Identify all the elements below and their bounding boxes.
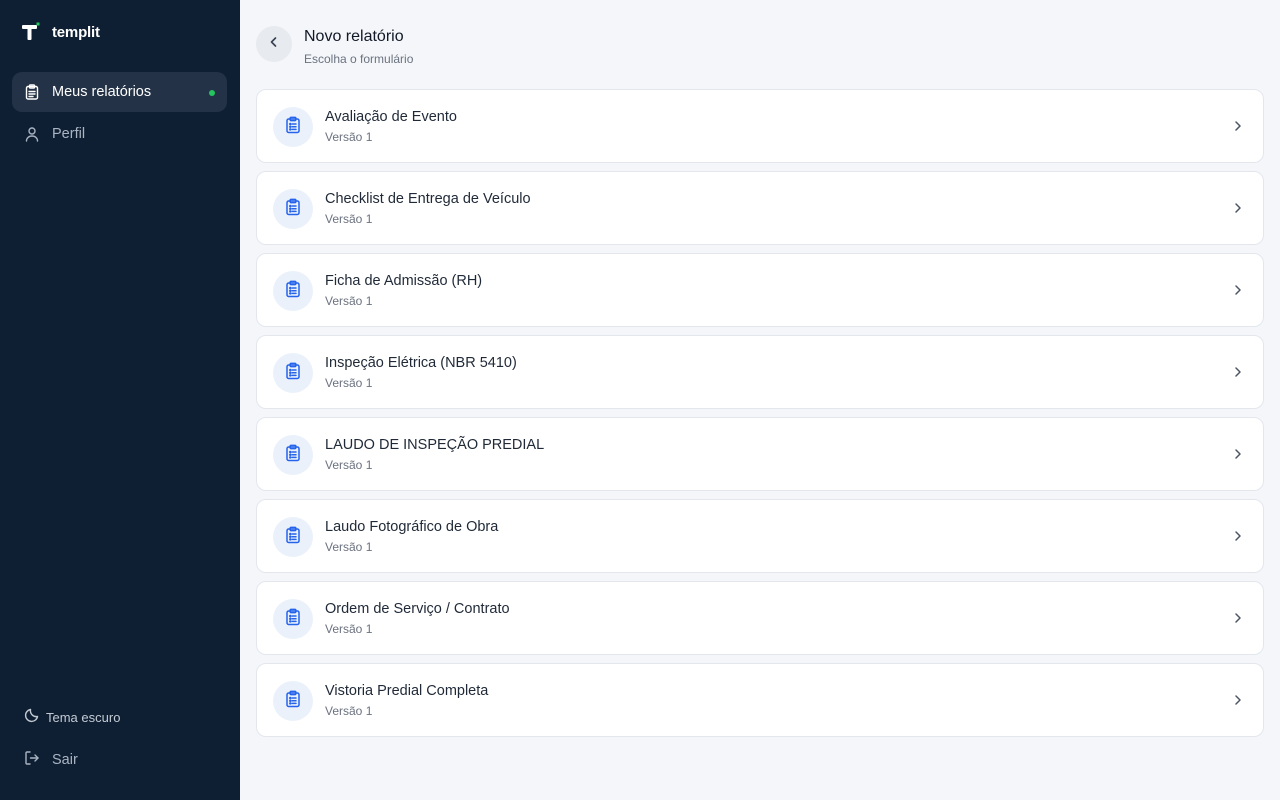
main-content: Novo relatório Escolha o formulário Aval… [240, 0, 1280, 800]
chevron-right-icon [1231, 365, 1245, 379]
clipboard-list-icon [284, 444, 302, 467]
form-card[interactable]: Laudo Fotográfico de Obra Versão 1 [256, 499, 1264, 573]
chevron-right-icon [1231, 447, 1245, 461]
user-icon [24, 126, 40, 142]
form-version: Versão 1 [325, 458, 373, 472]
templit-logo-icon [21, 22, 41, 42]
chevron-left-icon [267, 35, 281, 54]
form-title: Laudo Fotográfico de Obra [325, 519, 499, 535]
form-card-text: Avaliação de Evento Versão 1 [325, 109, 457, 144]
chevron-right-icon [1231, 201, 1245, 215]
logout-icon [24, 750, 40, 771]
form-title: Inspeção Elétrica (NBR 5410) [325, 355, 517, 371]
clipboard-list-icon [284, 690, 302, 713]
form-version: Versão 1 [325, 212, 373, 226]
clipboard-list-icon [284, 280, 302, 303]
form-card[interactable]: LAUDO DE INSPEÇÃO PREDIAL Versão 1 [256, 417, 1264, 491]
moon-icon [24, 707, 40, 728]
form-card-text: Ordem de Serviço / Contrato Versão 1 [325, 601, 510, 636]
clipboard-list-icon [284, 198, 302, 221]
form-icon-container [273, 599, 313, 639]
chevron-right-icon [1231, 119, 1245, 133]
form-title: Ordem de Serviço / Contrato [325, 601, 510, 617]
form-card-text: Ficha de Admissão (RH) Versão 1 [325, 273, 482, 308]
form-title: LAUDO DE INSPEÇÃO PREDIAL [325, 437, 545, 453]
back-button[interactable] [256, 26, 292, 62]
form-version: Versão 1 [325, 130, 373, 144]
clipboard-list-icon [284, 526, 302, 549]
chevron-right-icon [1231, 529, 1245, 543]
sidebar-nav: Meus relatórios Perfil [12, 72, 227, 156]
clipboard-list-icon [284, 608, 302, 631]
sidebar-item-perfil[interactable]: Perfil [12, 114, 227, 154]
header-text: Novo relatório Escolha o formulário [304, 26, 413, 66]
clipboard-list-icon [284, 362, 302, 385]
chevron-right-icon [1231, 611, 1245, 625]
form-card-text: Checklist de Entrega de Veículo Versão 1 [325, 191, 531, 226]
form-version: Versão 1 [325, 622, 373, 636]
theme-toggle[interactable]: Tema escuro [12, 702, 227, 732]
theme-toggle-label: Tema escuro [46, 709, 121, 725]
form-icon-container [273, 271, 313, 311]
logout-label: Sair [52, 752, 78, 768]
active-indicator-dot [209, 90, 215, 96]
form-card[interactable]: Checklist de Entrega de Veículo Versão 1 [256, 171, 1264, 245]
clipboard-list-icon [284, 116, 302, 139]
sidebar-item-label: Perfil [52, 126, 86, 142]
brand[interactable]: templit [21, 22, 100, 42]
form-card[interactable]: Ficha de Admissão (RH) Versão 1 [256, 253, 1264, 327]
chevron-right-icon [1231, 283, 1245, 297]
form-icon-container [273, 189, 313, 229]
form-list: Avaliação de Evento Versão 1 Checklist de … [256, 89, 1264, 745]
form-title: Vistoria Predial Completa [325, 683, 489, 699]
form-title: Checklist de Entrega de Veículo [325, 191, 531, 207]
logout-button[interactable]: Sair [12, 740, 227, 780]
sidebar-footer: Tema escuro Sair [12, 702, 227, 780]
clipboard-icon [24, 84, 40, 100]
form-title: Ficha de Admissão (RH) [325, 273, 483, 289]
form-version: Versão 1 [325, 540, 373, 554]
form-icon-container [273, 681, 313, 721]
form-icon-container [273, 435, 313, 475]
form-card[interactable]: Avaliação de Evento Versão 1 [256, 89, 1264, 163]
form-card-text: Inspeção Elétrica (NBR 5410) Versão 1 [325, 355, 517, 390]
form-version: Versão 1 [325, 704, 373, 718]
brand-name: templit [52, 23, 100, 41]
page-title: Novo relatório [304, 28, 404, 45]
form-icon-container [273, 107, 313, 147]
chevron-right-icon [1231, 693, 1245, 707]
sidebar-item-meus-relatorios[interactable]: Meus relatórios [12, 72, 227, 112]
form-icon-container [273, 353, 313, 393]
form-version: Versão 1 [325, 376, 373, 390]
page-header: Novo relatório Escolha o formulário [256, 26, 413, 66]
form-icon-container [273, 517, 313, 557]
form-card[interactable]: Ordem de Serviço / Contrato Versão 1 [256, 581, 1264, 655]
form-card-text: Laudo Fotográfico de Obra Versão 1 [325, 519, 498, 554]
page-subtitle: Escolha o formulário [304, 52, 414, 66]
form-card-text: LAUDO DE INSPEÇÃO PREDIAL Versão 1 [325, 437, 544, 472]
form-card[interactable]: Inspeção Elétrica (NBR 5410) Versão 1 [256, 335, 1264, 409]
form-title: Avaliação de Evento [325, 109, 457, 125]
form-card-text: Vistoria Predial Completa Versão 1 [325, 683, 488, 718]
form-card[interactable]: Vistoria Predial Completa Versão 1 [256, 663, 1264, 737]
sidebar-item-label: Meus relatórios [52, 84, 152, 100]
form-version: Versão 1 [325, 294, 373, 308]
sidebar: templit Meus relatórios Perfil Tema escu… [0, 0, 240, 800]
